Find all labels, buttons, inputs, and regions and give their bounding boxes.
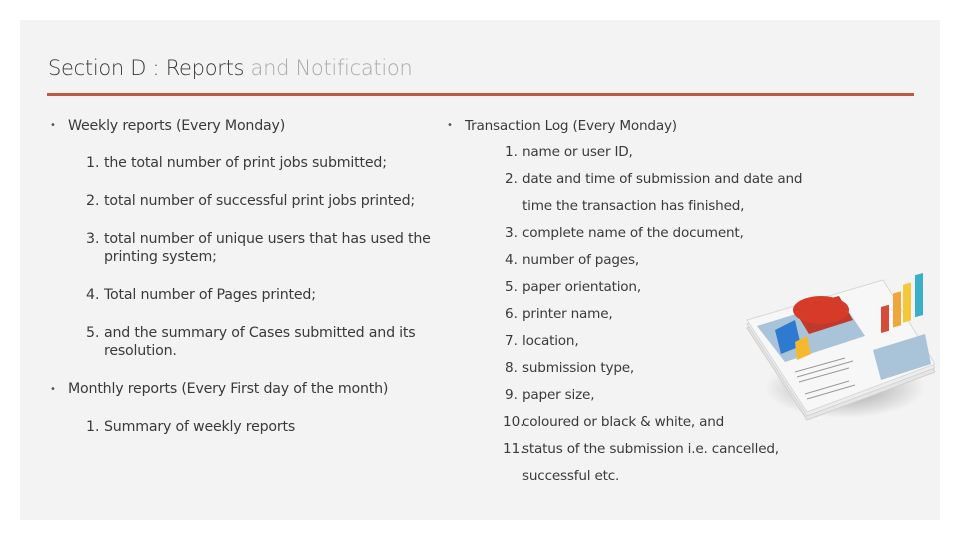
weekly-item-num: 4. — [86, 287, 100, 303]
transaction-log-item: date and time of submission and date and — [522, 171, 803, 187]
transaction-log-item-cont: time the transaction has finished, — [522, 198, 745, 214]
weekly-item-cont: resolution. — [104, 343, 177, 359]
transaction-log-item: paper orientation, — [522, 279, 641, 295]
title-light: and Notification — [244, 56, 413, 80]
transaction-log-item: printer name, — [522, 306, 613, 322]
weekly-item: the total number of print jobs submitted… — [104, 155, 387, 171]
monthly-item-num: 1. — [86, 419, 100, 435]
weekly-item-cont: printing system; — [104, 249, 217, 265]
monthly-heading: Monthly reports (Every First day of the … — [68, 381, 389, 397]
transaction-log-item: complete name of the document, — [522, 225, 744, 241]
transaction-log-item-num: 5. — [505, 279, 518, 295]
title-underline — [47, 93, 914, 96]
bullet-icon: • — [50, 120, 56, 131]
transaction-log-item-cont: successful etc. — [522, 468, 620, 484]
transaction-log-heading: Transaction Log (Every Monday) — [465, 118, 677, 134]
transaction-log-item-num: 1. — [505, 144, 518, 160]
monthly-item: Summary of weekly reports — [104, 419, 296, 435]
transaction-log-item-num: 2. — [505, 171, 518, 187]
weekly-item-num: 2. — [86, 193, 100, 209]
weekly-item: total number of unique users that has us… — [104, 231, 431, 247]
transaction-log-item: location, — [522, 333, 579, 349]
transaction-log-item-num: 9. — [505, 387, 518, 403]
transaction-log-item: status of the submission i.e. cancelled, — [522, 441, 779, 457]
weekly-item: and the summary of Cases submitted and i… — [104, 325, 416, 341]
transaction-log-item: name or user ID, — [522, 144, 633, 160]
weekly-item: Total number of Pages printed; — [104, 287, 316, 303]
transaction-log-item-num: 8. — [505, 360, 518, 376]
weekly-item-num: 1. — [86, 155, 100, 171]
transaction-log-item-num: 4. — [505, 252, 518, 268]
weekly-item-num: 5. — [86, 325, 100, 341]
transaction-log-item: submission type, — [522, 360, 635, 376]
weekly-item: total number of successful print jobs pr… — [104, 193, 415, 209]
bullet-icon: • — [447, 120, 453, 131]
weekly-item-num: 3. — [86, 231, 100, 247]
transaction-log-item: paper size, — [522, 387, 595, 403]
transaction-log-item-num: 7. — [505, 333, 518, 349]
report-documents-with-charts-icon — [746, 272, 935, 421]
slide-title: Section D : Reports and Notification — [48, 56, 413, 80]
bullet-icon: • — [50, 384, 56, 395]
transaction-log-item: coloured or black & white, and — [522, 414, 725, 430]
transaction-log-item-num: 3. — [505, 225, 518, 241]
weekly-heading: Weekly reports (Every Monday) — [68, 118, 286, 134]
transaction-log-item: number of pages, — [522, 252, 639, 268]
slide: Section D : Reports and Notification • W… — [20, 20, 940, 520]
transaction-log-item-num: 6. — [505, 306, 518, 322]
title-main: Section D : Reports — [48, 56, 245, 80]
